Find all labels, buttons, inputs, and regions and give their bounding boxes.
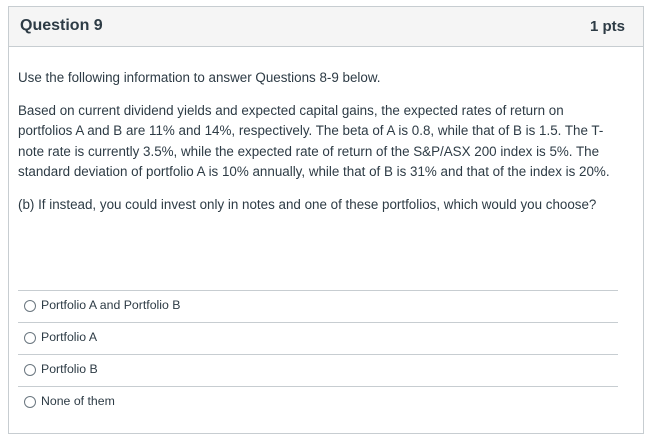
answer-option-b[interactable]: Portfolio B (18, 354, 618, 386)
question-header: Question 9 1 pts (9, 7, 643, 47)
answer-option-none[interactable]: None of them (18, 386, 618, 418)
question-intro: Use the following information to answer … (18, 70, 381, 85)
radio-button[interactable] (24, 364, 36, 376)
question-points: 1 pts (589, 18, 625, 35)
answer-label: Portfolio B (41, 362, 98, 376)
question-text: Use the following information to answer … (18, 68, 618, 227)
answer-option-a-and-b[interactable]: Portfolio A and Portfolio B (18, 290, 618, 322)
question-paragraph: Based on current dividend yields and exp… (18, 102, 610, 180)
answer-list: Portfolio A and Portfolio B Portfolio A … (18, 284, 618, 412)
answer-label: None of them (41, 394, 115, 408)
radio-button[interactable] (24, 300, 36, 312)
answer-label: Portfolio A and Portfolio B (41, 298, 181, 312)
radio-button[interactable] (24, 396, 36, 408)
radio-button[interactable] (24, 332, 36, 344)
answer-label: Portfolio A (41, 330, 98, 344)
question-prompt: (b) If instead, you could invest only in… (18, 196, 597, 212)
answer-option-a[interactable]: Portfolio A (18, 322, 618, 354)
question-title: Question 9 (20, 17, 103, 34)
